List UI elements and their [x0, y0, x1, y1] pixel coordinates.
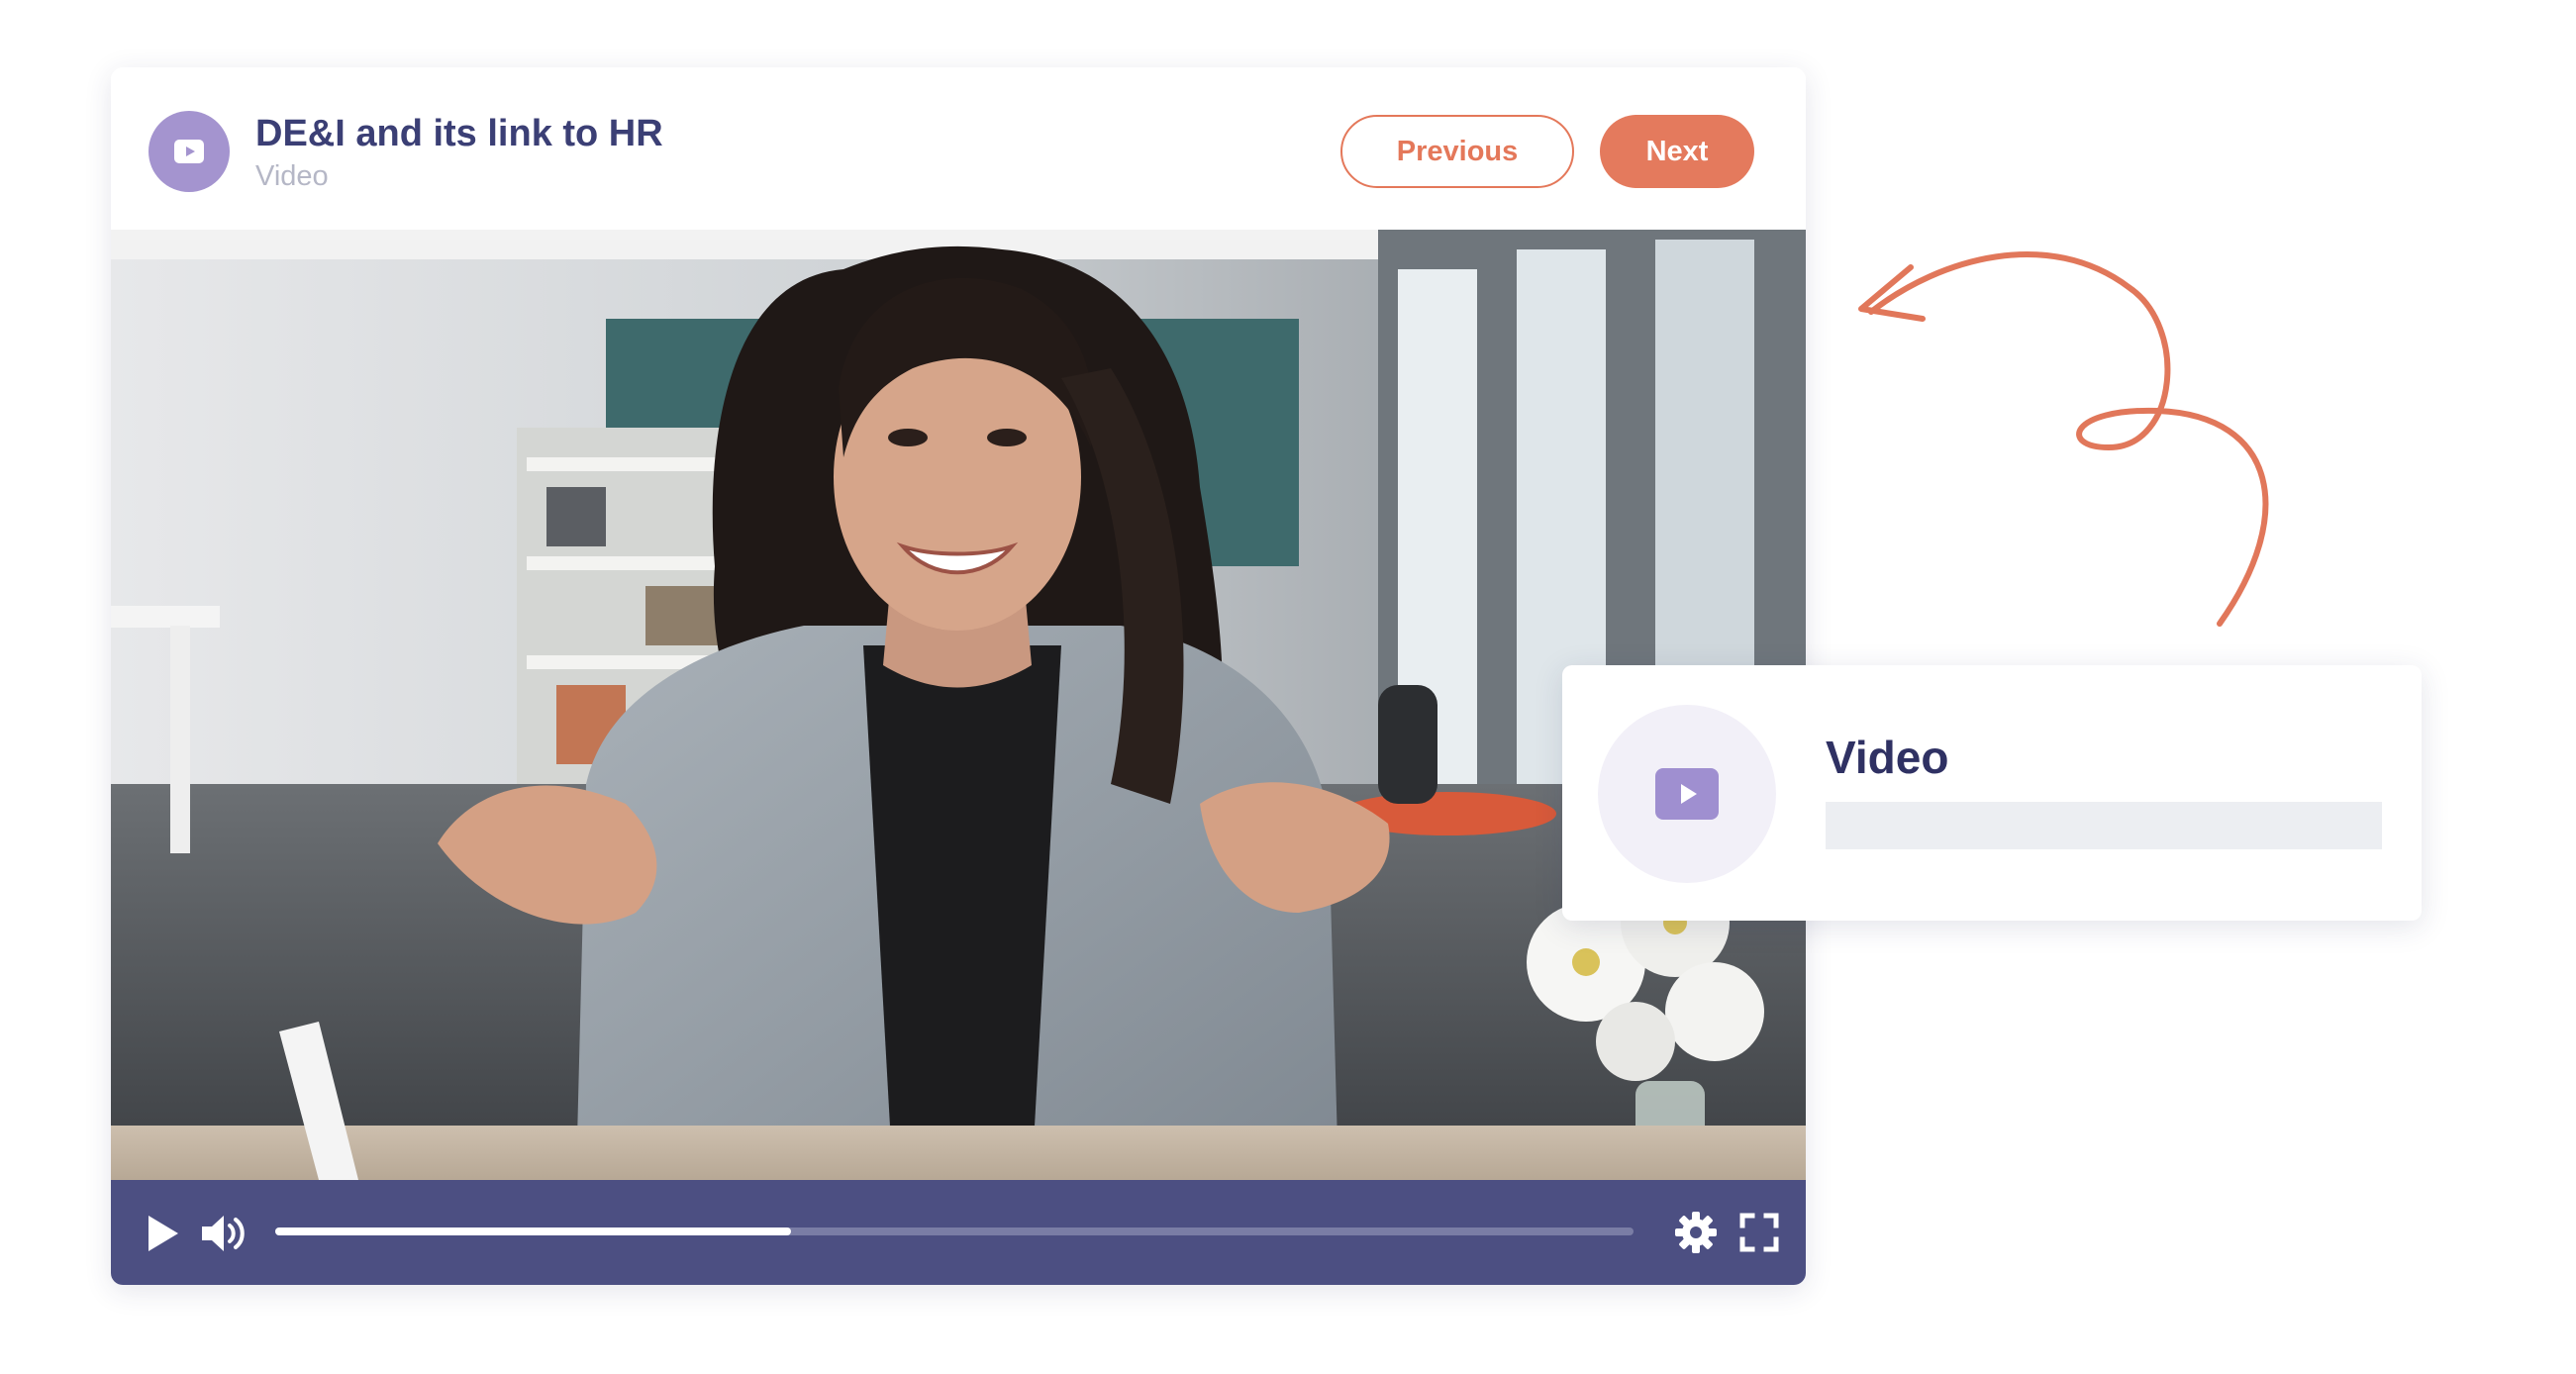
previous-button[interactable]: Previous: [1340, 115, 1574, 188]
next-button[interactable]: Next: [1600, 115, 1754, 188]
content-type-title: Video: [1826, 732, 1949, 783]
player-header: DE&I and its link to HR Video Previous N…: [111, 67, 1806, 230]
partial-heading: [149, 0, 921, 8]
progress-fill: [275, 1227, 792, 1235]
video-controls: [111, 1180, 1806, 1285]
placeholder-bar: [1826, 802, 2382, 849]
video-frame[interactable]: [111, 230, 1806, 1180]
gear-icon[interactable]: [1673, 1210, 1719, 1255]
video-player-card: DE&I and its link to HR Video Previous N…: [111, 67, 1806, 1285]
progress-bar[interactable]: [275, 1227, 1634, 1235]
video-play-icon: [1598, 705, 1776, 883]
lesson-type: Video: [255, 160, 329, 192]
page: DE&I and its link to HR Video Previous N…: [0, 0, 2576, 1374]
volume-icon[interactable]: [200, 1212, 249, 1255]
lesson-title: DE&I and its link to HR: [255, 113, 663, 154]
content-type-card[interactable]: Video: [1562, 665, 2422, 921]
play-icon[interactable]: [143, 1214, 182, 1253]
fullscreen-icon[interactable]: [1738, 1212, 1780, 1253]
video-thumbnail: [111, 230, 1806, 1180]
video-play-icon: [149, 111, 230, 192]
